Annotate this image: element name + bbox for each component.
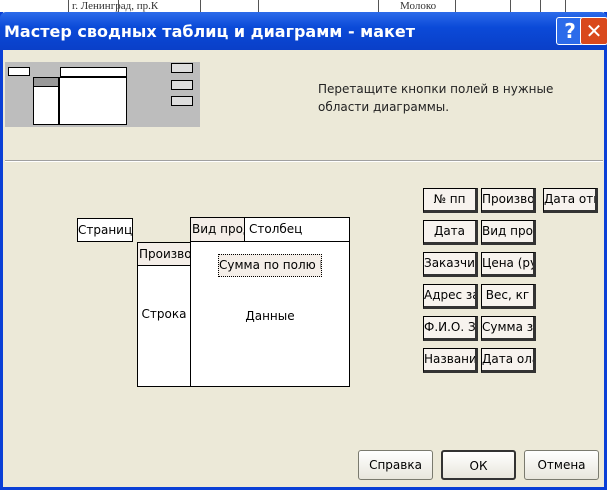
ok-button[interactable]: ОК: [441, 450, 516, 480]
row-field-button[interactable]: Производ: [137, 242, 191, 266]
instruction-text: Перетащите кнопки полей в нужные области…: [318, 80, 553, 116]
instruction-line: области диаграммы.: [318, 100, 450, 114]
data-field-button[interactable]: Сумма по полю Вес: [218, 254, 322, 277]
page-area[interactable]: Страница: [77, 218, 133, 242]
field-button[interactable]: Название: [423, 348, 478, 373]
sheet-cell: Молоко: [400, 0, 437, 12]
field-button[interactable]: Сумма за: [481, 316, 536, 341]
sheet-cell: г. Ленинград, пр.К: [72, 0, 159, 12]
column-area-label: Столбец: [249, 222, 303, 236]
field-button[interactable]: Дата: [423, 220, 478, 245]
layout-preview-image: [5, 62, 200, 127]
dialog-title: Мастер сводных таблиц и диаграмм - макет: [0, 12, 607, 50]
field-button[interactable]: Дата олат: [481, 348, 536, 373]
field-button[interactable]: Производ: [481, 188, 536, 213]
row-area-label: Строка: [141, 307, 187, 321]
close-button[interactable]: ✕: [580, 17, 608, 45]
field-button[interactable]: № пп: [423, 188, 478, 213]
instruction-line: Перетащите кнопки полей в нужные: [318, 82, 554, 96]
cancel-button[interactable]: Отмена: [524, 450, 599, 480]
data-area-label: Данные: [245, 309, 295, 323]
separator: [5, 160, 603, 162]
field-button[interactable]: Цена (руб: [481, 252, 536, 277]
column-field-button[interactable]: Вид проду: [190, 217, 245, 242]
field-button[interactable]: Вес, кг: [481, 284, 536, 309]
field-button[interactable]: Заказчик: [423, 252, 478, 277]
field-button[interactable]: Адрес зак: [423, 284, 478, 309]
field-button[interactable]: Вид проду: [481, 220, 536, 245]
field-button[interactable]: Ф.И.О. За: [423, 316, 478, 341]
help-button[interactable]: Справка: [358, 450, 433, 480]
field-button[interactable]: Дата отпр: [543, 188, 598, 213]
